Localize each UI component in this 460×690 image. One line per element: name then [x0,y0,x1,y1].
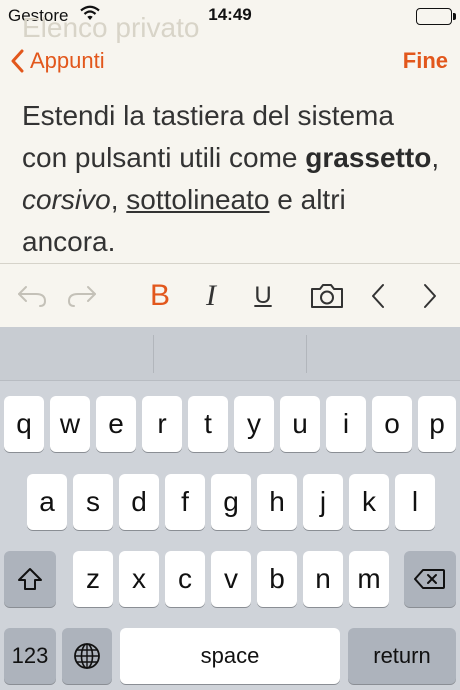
undo-icon [18,286,47,307]
numbers-key[interactable]: 123 [4,628,56,684]
shift-icon [18,568,42,590]
battery-icon [416,8,456,25]
underline-button[interactable]: U [246,276,280,316]
return-key[interactable]: return [348,628,456,684]
done-button[interactable]: Fine [403,48,448,74]
note-text-3: , [110,184,127,215]
suggestion-divider [153,335,154,373]
previous-note-title: Elenco privato [22,12,200,43]
key-q[interactable]: q [4,396,44,452]
key-l[interactable]: l [395,474,435,530]
key-a[interactable]: a [27,474,67,530]
key-s[interactable]: s [73,474,113,530]
globe-key[interactable] [62,628,112,684]
key-p[interactable]: p [418,396,456,452]
bold-button[interactable]: B [143,276,177,316]
redo-icon [67,286,96,307]
undo-button[interactable] [14,276,50,316]
note-text-editor[interactable]: Estendi la tastiera del sistema con puls… [22,95,442,263]
key-g[interactable]: g [211,474,251,530]
note-text-2: , [431,142,440,173]
cursor-left-button[interactable] [364,276,392,316]
suggestion-divider [306,335,307,373]
key-m[interactable]: m [349,551,389,607]
key-j[interactable]: j [303,474,343,530]
camera-icon [311,284,343,308]
back-button-label: Appunti [30,48,105,73]
key-i[interactable]: i [326,396,366,452]
key-r[interactable]: r [142,396,182,452]
key-x[interactable]: x [119,551,159,607]
key-b[interactable]: b [257,551,297,607]
key-v[interactable]: v [211,551,251,607]
italic-button[interactable]: I [194,276,228,316]
camera-button[interactable] [307,276,347,316]
key-o[interactable]: o [372,396,412,452]
note-underline-text: sottolineato [126,184,270,215]
suggestion-bar [0,327,460,381]
key-f[interactable]: f [165,474,205,530]
key-y[interactable]: y [234,396,274,452]
key-n[interactable]: n [303,551,343,607]
key-e[interactable]: e [96,396,136,452]
key-u[interactable]: u [280,396,320,452]
redo-button[interactable] [64,276,100,316]
back-button[interactable]: Appunti [10,44,105,78]
note-bold-text: grassetto [305,142,432,173]
shift-key[interactable] [4,551,56,607]
chevron-right-icon [424,284,436,308]
key-h[interactable]: h [257,474,297,530]
key-k[interactable]: k [349,474,389,530]
space-key[interactable]: space [120,628,340,684]
key-c[interactable]: c [165,551,205,607]
globe-icon [74,643,100,669]
keyboard: q w e r t y u i o p a s d f g h j k l z … [0,327,460,690]
cursor-right-button[interactable] [416,276,444,316]
key-t[interactable]: t [188,396,228,452]
delete-key[interactable] [404,551,456,607]
key-w[interactable]: w [50,396,90,452]
chevron-left-icon [372,284,384,308]
key-z[interactable]: z [73,551,113,607]
chevron-left-icon [11,49,24,73]
key-d[interactable]: d [119,474,159,530]
note-italic-text: corsivo [22,184,111,215]
backspace-icon [414,569,445,589]
format-toolbar: B I U [0,263,460,327]
